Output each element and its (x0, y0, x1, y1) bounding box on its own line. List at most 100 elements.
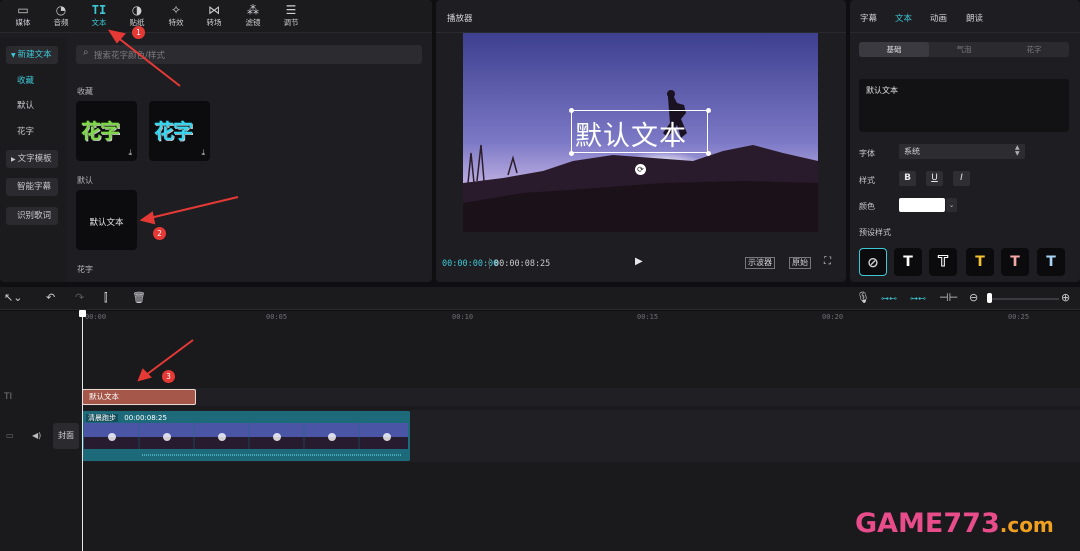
player-title: 播放器 (447, 14, 473, 24)
nav-media[interactable]: ▭ 媒体 (4, 3, 42, 31)
subtab-bubble[interactable]: 气泡 (929, 42, 999, 57)
properties-panel: 字幕 文本 动画 朗读 基础 气泡 花字 默认文本 字体 系统 ▲ ▼ 样式 B … (850, 0, 1080, 282)
color-swatch[interactable] (899, 198, 945, 212)
preset-white-bold[interactable]: T (894, 248, 922, 276)
nav-transition[interactable]: ⋈ 转场 (195, 3, 233, 31)
color-label: 颜色 (859, 202, 875, 211)
mute-icon[interactable]: ◀) (32, 431, 41, 440)
search-icon: ⌕ (83, 47, 89, 58)
sticker-icon: ◑ (131, 3, 143, 17)
video-clip[interactable]: 清晨跑步 00:00:08:25 (82, 411, 410, 461)
media-panel: ▭ 媒体 ◔ 音频 TI 文本 ◑ 贴纸 ✧ 特效 ⋈ 转场 ⁂ 滤镜 ☰ 调节 ▼ 新建文本 收… (0, 0, 432, 282)
filter-icon: ⁂ (247, 3, 259, 17)
resize-handle-tl[interactable] (569, 108, 574, 113)
preset-yellow[interactable]: T (966, 248, 994, 276)
font-stepper-icon[interactable]: ▲ ▼ (1015, 145, 1020, 157)
zoom-in-icon[interactable]: ⊕ (1061, 292, 1070, 304)
annotation-badge: 2 (153, 227, 166, 240)
nav-effects[interactable]: ✧ 特效 (157, 3, 195, 31)
video-clip-name: 清晨跑步 (86, 414, 118, 422)
tab-text[interactable]: 文本 (895, 12, 912, 24)
text-icon: TI (91, 3, 107, 17)
ruler-tick: 00:05 (266, 313, 288, 321)
annotation-badge: 1 (132, 26, 145, 39)
redo-icon[interactable]: ↷ (75, 292, 84, 304)
linkage-icon[interactable]: ⊶⊷ (910, 293, 926, 305)
video-clip-header: 清晨跑步 00:00:08:25 (86, 413, 167, 423)
text-track (81, 388, 1080, 406)
resize-handle-tr[interactable] (706, 108, 711, 113)
rotate-icon[interactable]: ⟳ (635, 164, 646, 175)
player-header (436, 0, 846, 33)
select-cursor-icon[interactable]: ↖⌄ (4, 292, 22, 304)
underline-button[interactable]: U (926, 171, 943, 186)
default-text-thumb[interactable]: 默认文本 (76, 190, 137, 250)
download-icon: ⤓ (201, 148, 205, 157)
zoom-slider-track[interactable] (989, 298, 1059, 300)
bold-button[interactable]: B (899, 171, 916, 186)
adjust-icon: ☰ (285, 3, 297, 17)
text-selection-box[interactable] (571, 110, 708, 153)
text-category-sidebar: ▼ 新建文本 收藏 默认 花字 ▶ 文字模板 智能字幕 识别歌词 (0, 38, 66, 282)
preset-outline[interactable]: T (929, 248, 957, 276)
ruler-tick: 00:25 (1008, 313, 1030, 321)
search-input[interactable]: ⌕ 搜索花字颜色/样式 (76, 45, 422, 64)
annotation-badge: 3 (162, 370, 175, 383)
sidebar-item-smart-subtitle[interactable]: 智能字幕 (6, 178, 58, 196)
cover-button[interactable]: 封面 (53, 423, 79, 449)
magnet-link-icon[interactable]: ⊶⊷ (881, 293, 897, 305)
nav-adjust[interactable]: ☰ 调节 (272, 3, 310, 31)
play-icon[interactable]: ▶ (635, 256, 643, 267)
sidebar-item-default[interactable]: 默认 (6, 97, 58, 115)
no-style-icon: ⊘ (867, 255, 879, 271)
original-ratio-button[interactable]: 原始 (789, 257, 811, 269)
tab-subtitle[interactable]: 字幕 (860, 12, 877, 24)
text-track-icon: TI (4, 392, 13, 402)
ruler-tick: 00:20 (822, 313, 844, 321)
nav-filter[interactable]: ⁂ 滤镜 (234, 3, 272, 31)
italic-button[interactable]: I (953, 171, 970, 186)
chevron-down-icon[interactable]: ⌄ (946, 198, 957, 212)
text-content-input[interactable]: 默认文本 (859, 79, 1069, 132)
tab-animation[interactable]: 动画 (930, 12, 947, 24)
sidebar-item-huazi[interactable]: 花字 (6, 123, 58, 141)
resize-handle-br[interactable] (706, 151, 711, 156)
playhead-handle[interactable] (79, 310, 86, 317)
resize-handle-bl[interactable] (569, 151, 574, 156)
timecode-divider (489, 258, 490, 269)
delete-icon[interactable]: 🗑 (132, 292, 146, 304)
section-default-label: 默认 (77, 176, 93, 185)
undo-icon[interactable]: ↶ (46, 292, 55, 304)
subtab-huazi[interactable]: 花字 (999, 42, 1069, 57)
section-favorites-label: 收藏 (77, 87, 93, 96)
playhead-line[interactable] (82, 314, 83, 551)
properties-tabs: 字幕 文本 动画 朗读 (850, 0, 1080, 33)
zoom-slider-handle[interactable] (987, 293, 992, 303)
nav-audio[interactable]: ◔ 音频 (42, 3, 80, 31)
video-preview[interactable]: 默认文本 ⟳ (463, 33, 818, 232)
split-icon[interactable]: ⫿ (104, 292, 108, 304)
sidebar-item-text-template[interactable]: ▶ 文字模板 (6, 150, 58, 168)
subtab-basic[interactable]: 基础 (859, 42, 929, 57)
sidebar-item-new-text[interactable]: ▼ 新建文本 (6, 46, 58, 64)
text-clip[interactable]: 默认文本 (82, 389, 196, 405)
preview-axis-icon[interactable]: ⊣⊢ (939, 292, 958, 304)
ruler-tick: 00:10 (452, 313, 474, 321)
site-watermark: GAME773.com (855, 508, 1054, 539)
scope-button[interactable]: 示波器 (745, 257, 775, 269)
ruler-tick: 00:00 (85, 313, 107, 321)
nav-text[interactable]: TI 文本 (80, 3, 118, 31)
fullscreen-icon[interactable]: ⛶ (824, 256, 831, 267)
preset-blue[interactable]: T (1037, 248, 1065, 276)
huazi-thumb-blue[interactable]: 花字 ⤓ (149, 101, 210, 161)
preset-none[interactable]: ⊘ (859, 248, 887, 276)
download-icon: ⤓ (128, 148, 132, 157)
sidebar-item-favorites[interactable]: 收藏 (6, 72, 58, 90)
huazi-thumb-green[interactable]: 花字 ⤓ (76, 101, 137, 161)
font-select[interactable]: 系统 (899, 144, 1025, 159)
tab-read-aloud[interactable]: 朗读 (966, 12, 983, 24)
zoom-out-icon[interactable]: ⊖ (969, 292, 978, 304)
microphone-icon[interactable]: 🎙 (856, 292, 870, 304)
preset-pink[interactable]: T (1001, 248, 1029, 276)
sidebar-item-lyrics[interactable]: 识别歌词 (6, 207, 58, 225)
